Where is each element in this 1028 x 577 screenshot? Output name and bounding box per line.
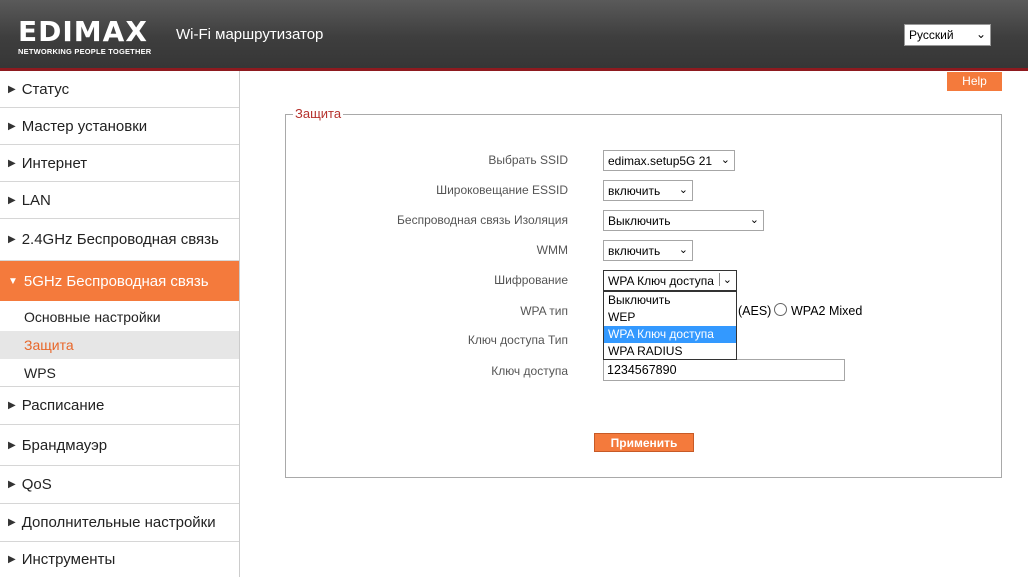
sidebar-item-schedule[interactable]: ▶ Расписание	[0, 387, 239, 425]
triangle-right-icon: ▶	[8, 234, 16, 245]
sidebar-item-label: Интернет	[21, 154, 88, 172]
sidebar-subitem-security[interactable]: Защита	[0, 331, 239, 359]
broadcast-label: Широковещание ESSID	[436, 183, 568, 197]
sidebar-subitem-wps[interactable]: WPS	[0, 359, 239, 387]
triangle-right-icon: ▶	[8, 157, 16, 169]
triangle-right-icon: ▶	[8, 120, 16, 132]
panel-title: Защита	[293, 106, 344, 121]
sidebar-subitem-label: Основные настройки	[24, 309, 161, 325]
triangle-right-icon: ▶	[8, 439, 16, 451]
isolation-label: Беспроводная связь Изоляция	[397, 213, 568, 227]
sidebar-subitem-label: WPS	[24, 364, 56, 381]
sidebar-item-wireless-5ghz[interactable]: ▼ 5GHz Беспроводная связь	[0, 261, 239, 301]
help-button[interactable]: Help	[947, 72, 1002, 91]
sidebar: ▶ Статус ▶ Мастер установки ▶ Интернет ▶…	[0, 71, 240, 577]
chevron-down-icon: ⌄	[678, 244, 688, 256]
sidebar-item-label: Мастер установки	[21, 117, 148, 135]
sidebar-item-firewall[interactable]: ▶ Брандмауэр	[0, 425, 239, 466]
encryption-select[interactable]: WPA Ключ доступа ⌄	[603, 270, 737, 291]
triangle-right-icon: ▶	[8, 400, 16, 411]
sidebar-item-tools[interactable]: ▶ Инструменты	[0, 542, 239, 577]
encryption-option-wpa-radius[interactable]: WPA RADIUS	[604, 343, 736, 360]
encryption-dropdown-list: Выключить WEP WPA Ключ доступа WPA RADIU…	[603, 291, 737, 360]
sidebar-item-label: LAN	[21, 191, 51, 209]
key-type-label: Ключ доступа Тип	[467, 333, 568, 347]
sidebar-item-advanced[interactable]: ▶ Дополнительные настройки	[0, 504, 239, 542]
triangle-right-icon: ▶	[8, 554, 16, 565]
triangle-right-icon: ▶	[8, 517, 16, 528]
encryption-value: WPA Ключ доступа	[608, 274, 714, 288]
wpa-type-mixed-option[interactable]: WPA2 Mixed	[774, 303, 862, 318]
language-value: Русский	[909, 28, 954, 42]
edimax-logo: EDIMAX NETWORKING PEOPLE TOGETHER	[18, 15, 152, 57]
isolation-select[interactable]: Выключить ⌄	[603, 210, 764, 231]
apply-button[interactable]: Применить	[594, 433, 694, 452]
encryption-option-off[interactable]: Выключить	[604, 292, 736, 309]
sidebar-item-label: 2.4GHz Беспроводная связь	[21, 231, 219, 248]
wpa-type-aes-text: (AES)	[738, 304, 772, 318]
sidebar-item-wireless-24ghz[interactable]: ▶ 2.4GHz Беспроводная связь	[0, 219, 239, 261]
ssid-label: Выбрать SSID	[488, 153, 568, 167]
triangle-right-icon: ▶	[8, 194, 16, 206]
sidebar-item-status[interactable]: ▶ Статус	[0, 71, 239, 108]
ssid-value: edimax.setup5G 21	[608, 154, 713, 168]
sidebar-item-qos[interactable]: ▶ QoS	[0, 466, 239, 504]
wmm-label: WMM	[536, 243, 568, 257]
sidebar-item-lan[interactable]: ▶ LAN	[0, 182, 239, 219]
sidebar-item-internet[interactable]: ▶ Интернет	[0, 145, 239, 182]
wpa-type-label: WPA тип	[520, 304, 568, 318]
key-input[interactable]: 1234567890	[603, 359, 845, 381]
wpa-type-mixed-label: WPA2 Mixed	[791, 304, 863, 318]
wmm-select[interactable]: включить ⌄	[603, 240, 693, 261]
radio-button[interactable]	[774, 303, 787, 316]
sidebar-item-label: Дополнительные настройки	[21, 514, 216, 531]
encryption-option-wep[interactable]: WEP	[604, 309, 736, 326]
sidebar-item-label: Брандмауэр	[21, 436, 108, 454]
chevron-down-icon: ⌄	[718, 273, 732, 286]
triangle-down-icon: ▼	[8, 275, 18, 287]
triangle-right-icon: ▶	[8, 83, 16, 95]
header-bar: EDIMAX NETWORKING PEOPLE TOGETHER Wi-Fi …	[0, 0, 1028, 68]
sidebar-subitem-basic-settings[interactable]: Основные настройки	[0, 303, 239, 331]
encryption-label: Шифрование	[494, 273, 568, 287]
app-title: Wi-Fi маршрутизатор	[176, 26, 324, 43]
triangle-right-icon: ▶	[8, 479, 16, 490]
sidebar-subitem-label: Защита	[24, 337, 74, 353]
sidebar-item-label: 5GHz Беспроводная связь	[23, 272, 209, 290]
broadcast-value: включить	[608, 184, 661, 198]
key-label: Ключ доступа	[491, 364, 568, 378]
logo-tagline: NETWORKING PEOPLE TOGETHER	[18, 47, 152, 56]
broadcast-select[interactable]: включить ⌄	[603, 180, 693, 201]
sidebar-item-setup-wizard[interactable]: ▶ Мастер установки	[0, 108, 239, 145]
language-select[interactable]: Русский ⌄	[904, 24, 991, 46]
isolation-value: Выключить	[608, 214, 671, 228]
chevron-down-icon: ⌄	[720, 154, 730, 166]
chevron-down-icon: ⌄	[749, 214, 759, 226]
wmm-value: включить	[608, 244, 661, 258]
encryption-option-wpa-psk[interactable]: WPA Ключ доступа	[604, 326, 736, 343]
chevron-down-icon: ⌄	[678, 184, 688, 196]
sidebar-item-label: Статус	[21, 80, 70, 98]
sidebar-item-label: QoS	[21, 476, 52, 493]
ssid-select[interactable]: edimax.setup5G 21 ⌄	[603, 150, 735, 171]
sidebar-item-label: Расписание	[21, 397, 105, 414]
chevron-down-icon: ⌄	[975, 27, 986, 41]
logo-wordmark: EDIMAX	[18, 15, 148, 48]
sidebar-item-label: Инструменты	[21, 551, 116, 568]
